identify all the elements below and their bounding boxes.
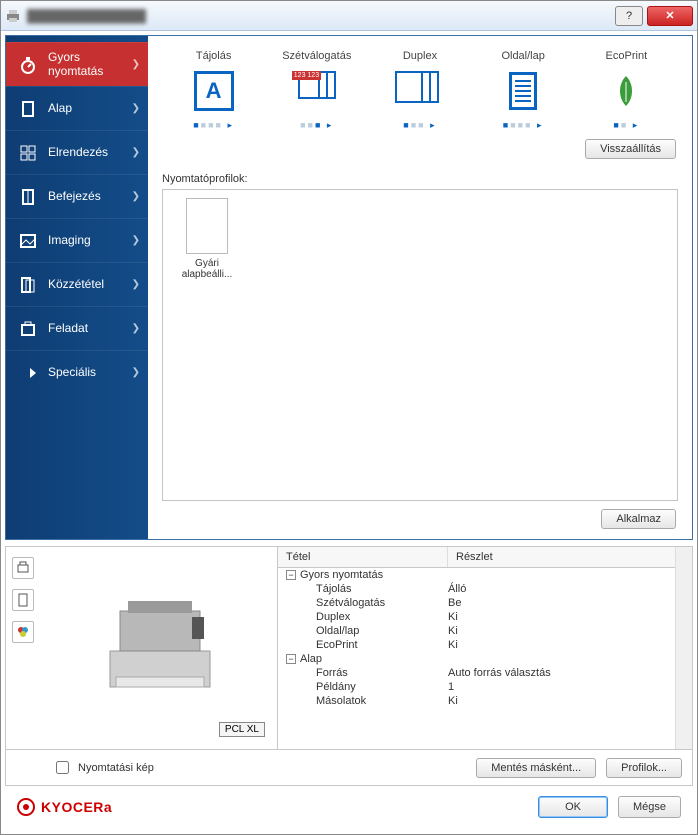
sidebar-item-job[interactable]: Feladat ❯	[6, 306, 148, 350]
details-row: ForrásAuto forrás választás	[278, 666, 675, 680]
details-header: Tétel Részlet	[278, 547, 675, 568]
content-panel: Tájolás A ■■■■ ▸ Szétválogatás 123 123	[148, 36, 692, 539]
option-title: Szétválogatás	[269, 50, 365, 62]
printer-app-icon	[5, 8, 21, 24]
col-header-detail: Részlet	[448, 547, 675, 567]
profiles-button[interactable]: Profilok...	[606, 758, 682, 778]
apply-button[interactable]: Alkalmaz	[601, 509, 676, 529]
sidebar-item-advanced[interactable]: Speciális ❯	[6, 350, 148, 394]
option-pagesperSheet[interactable]: Oldal/lap ■■■■ ▸	[475, 50, 571, 131]
profiles-list: Gyári alapbeálli...	[162, 189, 678, 501]
collate-icon: 123 123	[269, 68, 365, 114]
option-title: Duplex	[372, 50, 468, 62]
chevron-right-icon: ❯	[132, 59, 140, 70]
sidebar-item-basic[interactable]: Alap ❯	[6, 86, 148, 130]
option-title: EcoPrint	[578, 50, 674, 62]
profile-item[interactable]: Gyári alapbeálli...	[171, 198, 243, 280]
option-indicator: ■■ ▸	[578, 120, 674, 131]
ok-button[interactable]: OK	[538, 796, 608, 818]
page-icon	[18, 99, 38, 119]
arrow-icon	[18, 363, 38, 383]
booklet-icon	[18, 187, 38, 207]
sidebar-item-publish[interactable]: Közzététel ❯	[6, 262, 148, 306]
sidebar-item-layout[interactable]: Elrendezés ❯	[6, 130, 148, 174]
help-button[interactable]: ?	[615, 6, 643, 26]
sidebar-item-quickprint[interactable]: Gyors nyomtatás ❯	[6, 42, 148, 86]
brand-text: KYOCERa	[41, 799, 112, 815]
sidebar-item-label: Befejezés	[48, 190, 101, 203]
sidebar-item-label: Speciális	[48, 366, 96, 379]
preview-tab-device[interactable]	[12, 557, 34, 579]
preview-tab-color[interactable]	[12, 621, 34, 643]
layout-icon	[18, 143, 38, 163]
titlebar: ██████████████ ? ✕	[1, 1, 697, 31]
ecoprint-icon	[578, 68, 674, 114]
option-title: Oldal/lap	[475, 50, 571, 62]
sidebar: Gyors nyomtatás ❯ Alap ❯ Elrendezés ❯ Be…	[6, 36, 148, 539]
stopwatch-icon	[18, 55, 38, 75]
sidebar-item-label: Feladat	[48, 322, 88, 335]
image-icon	[18, 231, 38, 251]
option-indicator: ■■■■ ▸	[166, 120, 262, 131]
kyocera-icon	[17, 798, 35, 816]
close-button[interactable]: ✕	[647, 6, 693, 26]
sidebar-item-label: Alap	[48, 102, 72, 115]
details-row: DuplexKi	[278, 610, 675, 624]
preview-tab-page[interactable]	[12, 589, 34, 611]
print-preview-input[interactable]	[56, 761, 69, 774]
option-title: Tájolás	[166, 50, 262, 62]
sidebar-item-finishing[interactable]: Befejezés ❯	[6, 174, 148, 218]
print-preview-label: Nyomtatási kép	[78, 762, 154, 774]
details-row: Oldal/lapKi	[278, 624, 675, 638]
job-icon	[18, 319, 38, 339]
details-row: EcoPrintKi	[278, 638, 675, 652]
sidebar-item-label: Közzététel	[48, 278, 104, 291]
publish-icon	[18, 275, 38, 295]
option-indicator: ■■■ ▸	[372, 120, 468, 131]
details-group[interactable]: −Gyors nyomtatás	[278, 568, 675, 582]
option-ecoprint[interactable]: EcoPrint ■■ ▸	[578, 50, 674, 131]
sidebar-item-label: Elrendezés	[48, 146, 108, 159]
option-orientation[interactable]: Tájolás A ■■■■ ▸	[166, 50, 262, 131]
save-as-button[interactable]: Mentés másként...	[476, 758, 596, 778]
window-title: ██████████████	[27, 9, 615, 23]
chevron-right-icon: ❯	[132, 279, 140, 290]
col-header-item: Tétel	[278, 547, 448, 567]
profiles-label: Nyomtatóprofilok:	[162, 173, 678, 185]
sidebar-item-imaging[interactable]: Imaging ❯	[6, 218, 148, 262]
sidebar-item-label: Gyors nyomtatás	[48, 51, 103, 77]
details-group[interactable]: −Alap	[278, 652, 675, 666]
profile-thumb-icon	[186, 198, 228, 254]
print-preview-checkbox[interactable]: Nyomtatási kép	[16, 758, 466, 777]
option-collate[interactable]: Szétválogatás 123 123 ■■■ ▸	[269, 50, 365, 131]
option-indicator: ■■■■ ▸	[475, 120, 571, 131]
chevron-right-icon: ❯	[132, 367, 140, 378]
details-row: Példány1	[278, 680, 675, 694]
device-preview: PCL XL	[40, 553, 271, 743]
profile-name: Gyári alapbeálli...	[171, 258, 243, 280]
chevron-right-icon: ❯	[132, 103, 140, 114]
details-tree[interactable]: −Gyors nyomtatás TájolásÁlló Szétválogat…	[278, 568, 675, 749]
chevron-right-icon: ❯	[132, 147, 140, 158]
duplex-icon	[372, 68, 468, 114]
option-duplex[interactable]: Duplex ■■■ ▸	[372, 50, 468, 131]
sidebar-item-label: Imaging	[48, 234, 91, 247]
pages-per-sheet-icon	[475, 68, 571, 114]
print-dialog: ██████████████ ? ✕ Gyors nyomtatás ❯ Ala…	[0, 0, 698, 835]
details-row: SzétválogatásBe	[278, 596, 675, 610]
chevron-right-icon: ❯	[132, 191, 140, 202]
printer-illustration-icon	[80, 581, 240, 701]
brand-logo: KYOCERa	[17, 798, 112, 816]
pcl-badge: PCL XL	[219, 722, 265, 737]
orientation-icon: A	[166, 68, 262, 114]
reset-button[interactable]: Visszaállítás	[585, 139, 676, 159]
chevron-right-icon: ❯	[132, 235, 140, 246]
cancel-button[interactable]: Mégse	[618, 796, 681, 818]
chevron-right-icon: ❯	[132, 323, 140, 334]
details-row: MásolatokKi	[278, 694, 675, 708]
details-row: TájolásÁlló	[278, 582, 675, 596]
option-indicator: ■■■ ▸	[269, 120, 365, 131]
scrollbar[interactable]	[675, 547, 692, 749]
